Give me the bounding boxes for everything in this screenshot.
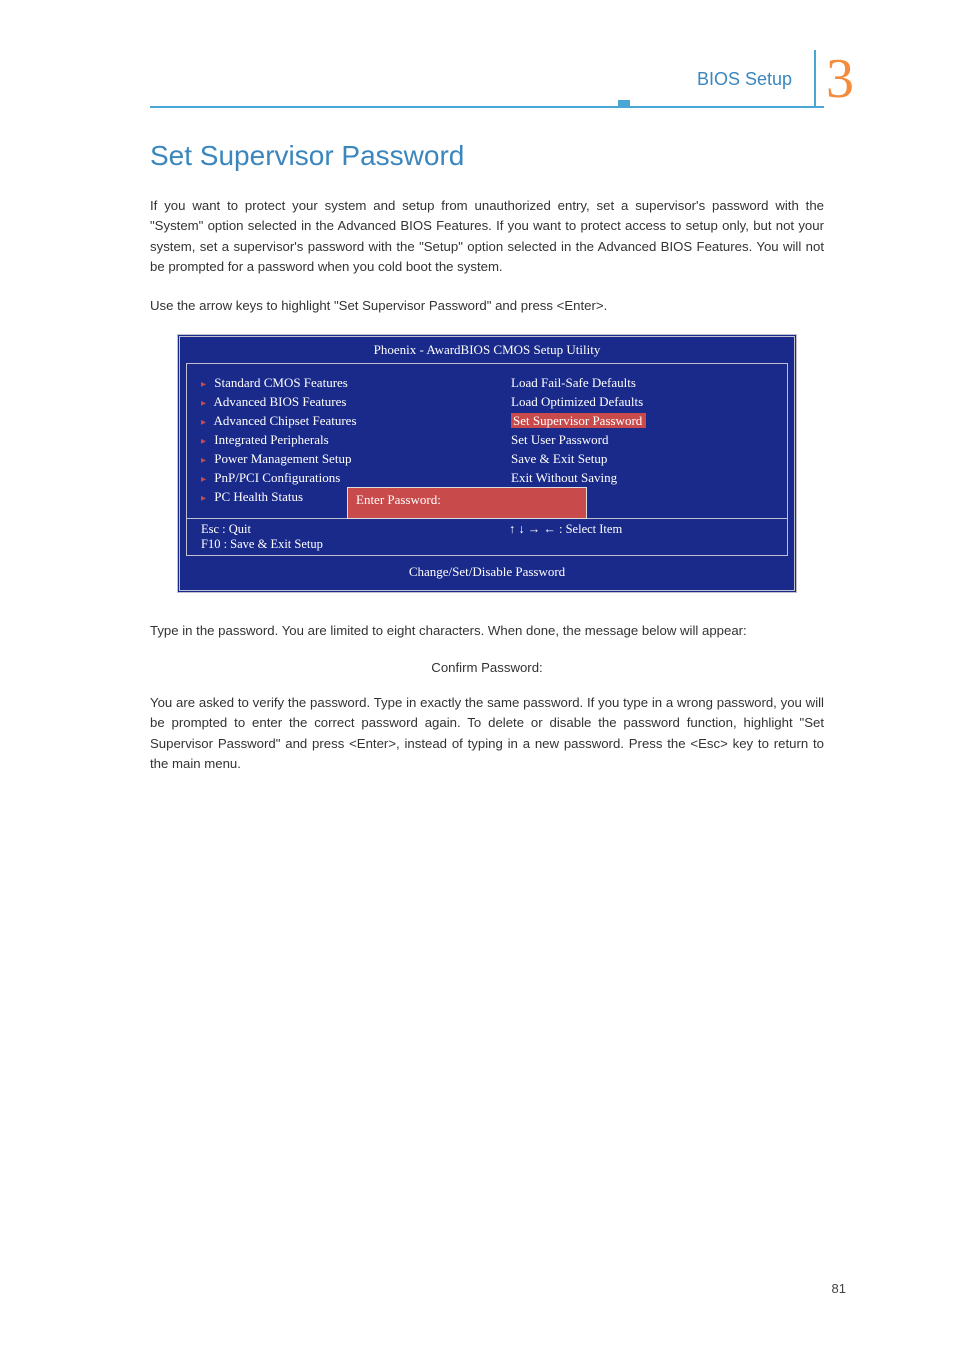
bios-help-text: Change/Set/Disable Password (180, 556, 794, 590)
caret-right-icon: ▸ (201, 417, 211, 428)
divider (814, 50, 816, 108)
bios-menu-item: Set Supervisor Password (501, 413, 773, 429)
bios-item-label: Load Fail-Safe Defaults (511, 375, 636, 390)
caret-right-icon: ▸ (201, 455, 211, 466)
bios-menu-item: ▸ Standard CMOS Features (201, 375, 473, 391)
bios-keyhints: Esc : Quit F10 : Save & Exit Setup ↑ ↓ →… (186, 519, 788, 556)
bios-menu-item: Exit Without Saving (501, 470, 773, 486)
bios-item-label: Save & Exit Setup (511, 451, 607, 466)
bios-item-label: PC Health Status (214, 489, 303, 504)
chapter-number: 3 (826, 51, 854, 107)
caret-right-icon: ▸ (201, 436, 211, 447)
paragraph-intro: If you want to protect your system and s… (150, 196, 824, 278)
bios-menu-item: ▸ PnP/PCI Configurations (201, 470, 473, 486)
bios-menu-item: Load Fail-Safe Defaults (501, 375, 773, 391)
page-header: BIOS Setup 3 (697, 50, 854, 108)
caret-right-icon: ▸ (201, 379, 211, 390)
bios-item-label: Exit Without Saving (511, 470, 617, 485)
bios-menu-item: ▸ Integrated Peripherals (201, 432, 473, 448)
bios-item-label: PnP/PCI Configurations (214, 470, 340, 485)
bios-item-highlighted: Set Supervisor Password (511, 413, 646, 428)
caret-right-icon: ▸ (201, 474, 211, 485)
caret-right-icon: ▸ (201, 398, 211, 409)
paragraph-instruction: Use the arrow keys to highlight "Set Sup… (150, 296, 824, 316)
bios-item-label: Load Optimized Defaults (511, 394, 643, 409)
bios-menu-item: Set User Password (501, 432, 773, 448)
paragraph-verify: You are asked to verify the password. Ty… (150, 693, 824, 775)
bios-menu-item: ▸ Power Management Setup (201, 451, 473, 467)
bios-item-label: Advanced Chipset Features (214, 413, 357, 428)
bios-screenshot: Phoenix - AwardBIOS CMOS Setup Utility ▸… (177, 334, 797, 593)
header-rule (150, 106, 824, 108)
section-label: BIOS Setup (697, 69, 792, 90)
bios-item-label: Set User Password (511, 432, 609, 447)
bios-key-esc: Esc : Quit (201, 522, 344, 537)
password-prompt-text: Enter Password: (356, 492, 441, 507)
page-title: Set Supervisor Password (150, 140, 824, 172)
bios-menu-item: ▸ Advanced Chipset Features (201, 413, 473, 429)
bios-menu-item: Load Optimized Defaults (501, 394, 773, 410)
paragraph-typepw: Type in the password. You are limited to… (150, 621, 824, 641)
bios-title: Phoenix - AwardBIOS CMOS Setup Utility (180, 337, 794, 361)
bios-key-arrows: ↑ ↓ → ← : Select Item (509, 522, 641, 537)
bios-item-label: Advanced BIOS Features (214, 394, 347, 409)
bios-menu-item: ▸ Advanced BIOS Features (201, 394, 473, 410)
bios-item-label: Integrated Peripherals (214, 432, 328, 447)
bios-menu-item: Save & Exit Setup (501, 451, 773, 467)
page-number: 81 (832, 1281, 846, 1296)
confirm-password-label: Confirm Password: (150, 660, 824, 675)
page-content: Set Supervisor Password If you want to p… (150, 140, 824, 793)
caret-right-icon: ▸ (201, 493, 211, 504)
bios-item-label: Power Management Setup (214, 451, 351, 466)
bios-key-f10: F10 : Save & Exit Setup (201, 537, 344, 552)
password-dialog: Enter Password: (347, 487, 587, 519)
bios-main-area: ▸ Standard CMOS Features ▸ Advanced BIOS… (186, 363, 788, 519)
bios-item-label: Standard CMOS Features (214, 375, 348, 390)
